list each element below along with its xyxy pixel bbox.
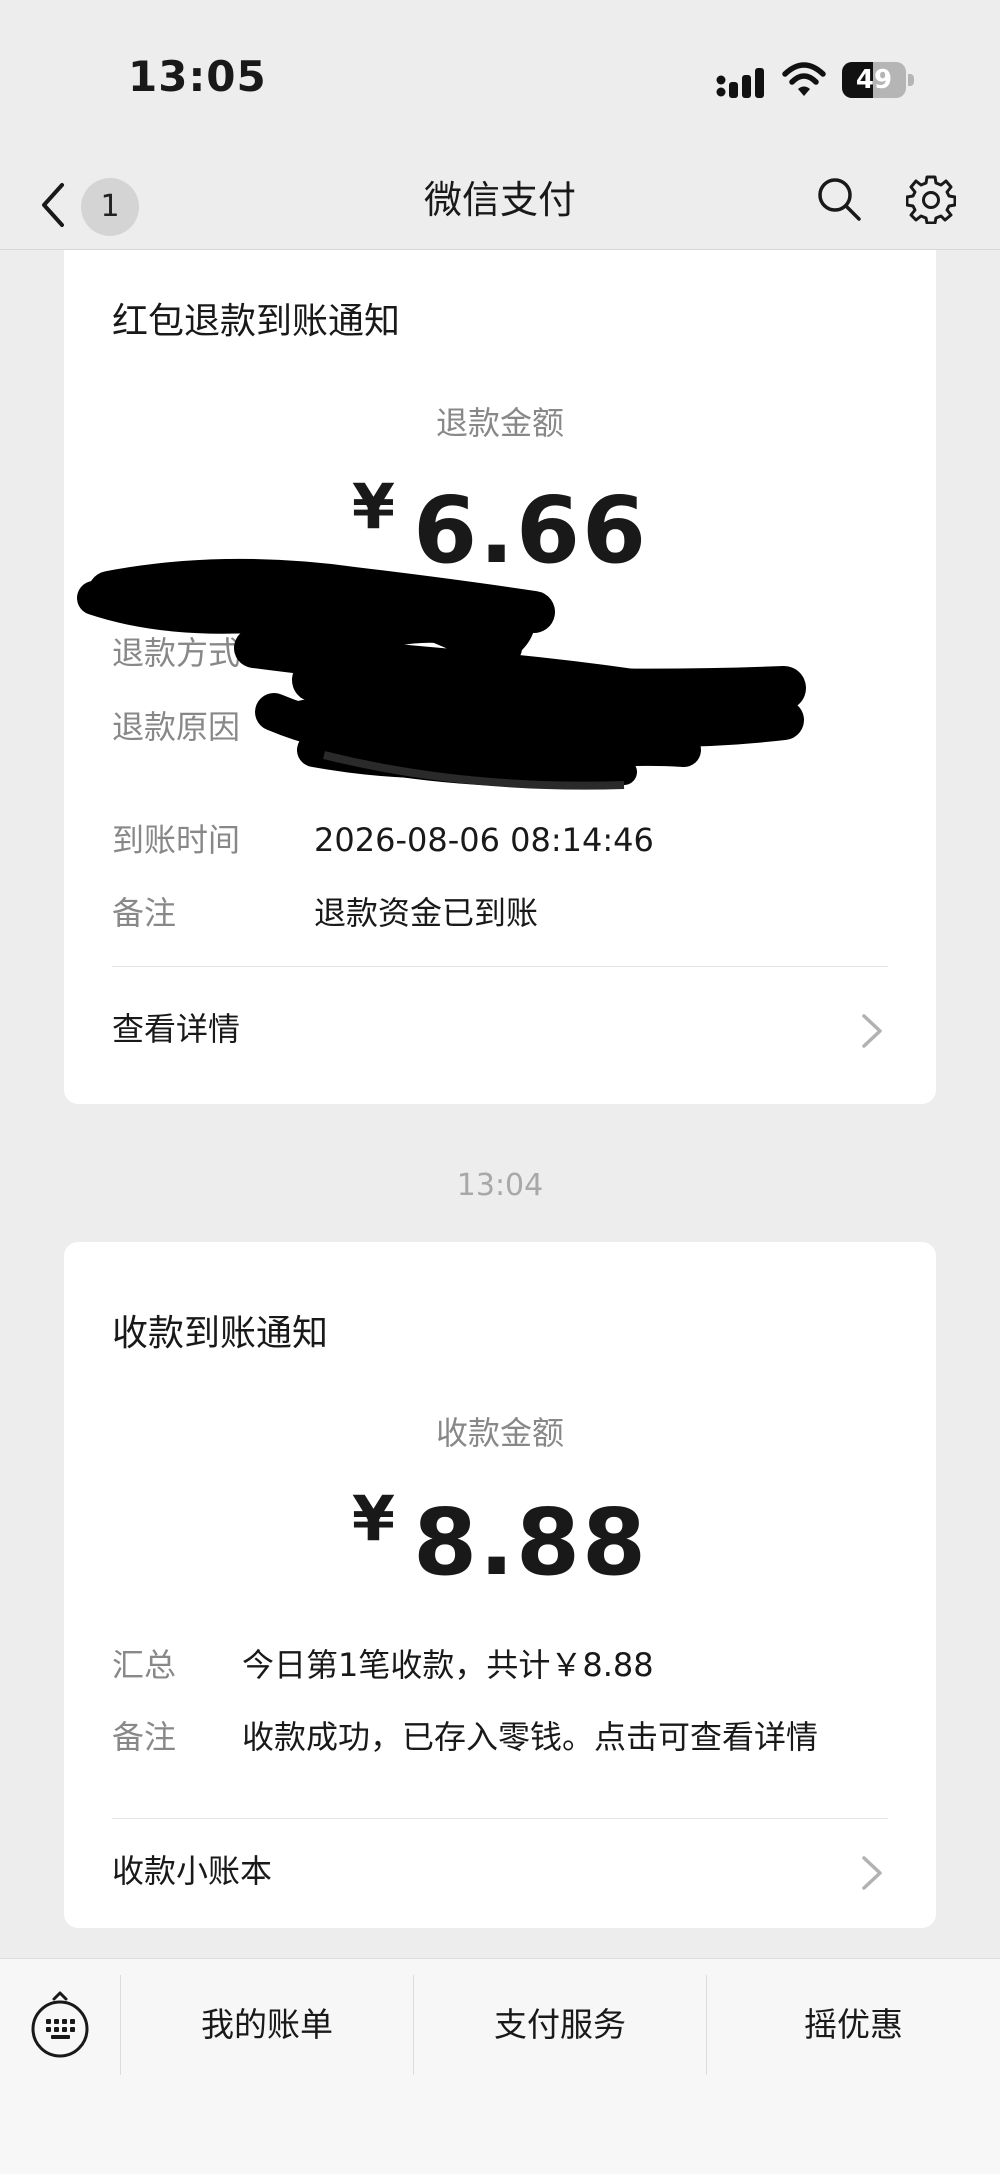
amount-label: 退款金额 xyxy=(435,404,564,442)
page-title: 微信支付 xyxy=(423,178,576,222)
menu-item-payment-services[interactable]: 支付服务 xyxy=(414,1975,706,2075)
row-label: 备注 xyxy=(112,1718,177,1756)
amount-value: 6.66 xyxy=(413,477,649,584)
chevron-left-icon xyxy=(42,183,64,227)
row-label: 退款方式 xyxy=(112,634,241,672)
row-label: 退款原因 xyxy=(112,708,241,746)
currency-symbol: ¥ xyxy=(351,470,396,543)
gear-icon[interactable] xyxy=(906,174,956,224)
remark-row: 备注 退款资金已到账 xyxy=(112,888,538,938)
back-button[interactable]: 1 xyxy=(30,164,150,236)
row-value: 2026-08-06 08:14:46 xyxy=(314,821,654,859)
nav-bar: 1 微信支付 xyxy=(0,150,1000,250)
menu-item-my-bills[interactable]: 我的账单 xyxy=(121,1975,413,2075)
message-timestamp: 13:04 xyxy=(456,1168,544,1203)
card-title: 收款到账通知 xyxy=(112,1313,329,1354)
refund-amount: ¥6.66 xyxy=(64,470,936,584)
status-bar: 13:05 49 xyxy=(0,0,1000,150)
refund-reason-row: 退款原因 xyxy=(112,702,240,752)
chevron-right-icon xyxy=(862,1856,882,1890)
signal-icon xyxy=(716,68,764,98)
income-amount: ¥8.88 xyxy=(64,1482,936,1596)
wifi-icon xyxy=(782,62,826,96)
bottom-menu: 我的账单 支付服务 摇优惠 xyxy=(0,1958,1000,2174)
row-label: 到账时间 xyxy=(112,821,241,859)
battery-level: 49 xyxy=(855,65,893,95)
currency-symbol: ¥ xyxy=(351,1482,396,1555)
refund-method-row: 退款方式 xyxy=(112,628,240,678)
view-details-link[interactable]: 查看详情 xyxy=(64,976,936,1086)
income-notification-card[interactable]: 收款到账通知 收款金额 ¥8.88 汇总 今日第1笔收款，共计￥8.88 备注 … xyxy=(64,1242,936,1928)
amount-label: 收款金额 xyxy=(435,1414,564,1452)
remark-row: 备注 收款成功，已存入零钱。点击可查看详情 xyxy=(112,1712,818,1762)
divider xyxy=(112,966,888,967)
row-value: 今日第1笔收款，共计￥8.88 xyxy=(242,1646,654,1684)
income-ledger-link[interactable]: 收款小账本 xyxy=(64,1818,936,1928)
status-time: 13:05 xyxy=(128,52,267,101)
search-icon[interactable] xyxy=(816,176,862,222)
row-value: 收款成功，已存入零钱。点击可查看详情 xyxy=(242,1718,819,1756)
battery-icon: 49 xyxy=(842,62,914,98)
keyboard-toggle-button[interactable] xyxy=(0,1959,120,2089)
arrival-time-row: 到账时间 2026-08-06 08:14:46 xyxy=(112,815,654,865)
link-label: 查看详情 xyxy=(112,1010,241,1048)
summary-row: 汇总 今日第1笔收款，共计￥8.88 xyxy=(112,1640,654,1690)
row-value: 退款资金已到账 xyxy=(314,894,539,932)
link-label: 收款小账本 xyxy=(112,1852,273,1890)
menu-item-shake-discounts[interactable]: 摇优惠 xyxy=(707,1975,1000,2075)
row-label: 汇总 xyxy=(112,1646,177,1684)
unread-count-badge: 1 xyxy=(81,178,139,236)
chevron-right-icon xyxy=(862,1014,882,1048)
refund-notification-card[interactable]: 红包退款到账通知 退款金额 ¥6.66 退款方式 退款原因 到账时间 2026-… xyxy=(64,250,936,1104)
keyboard-icon xyxy=(31,1991,89,2058)
card-title: 红包退款到账通知 xyxy=(112,301,401,342)
row-label: 备注 xyxy=(112,894,177,932)
amount-value: 8.88 xyxy=(413,1489,649,1596)
